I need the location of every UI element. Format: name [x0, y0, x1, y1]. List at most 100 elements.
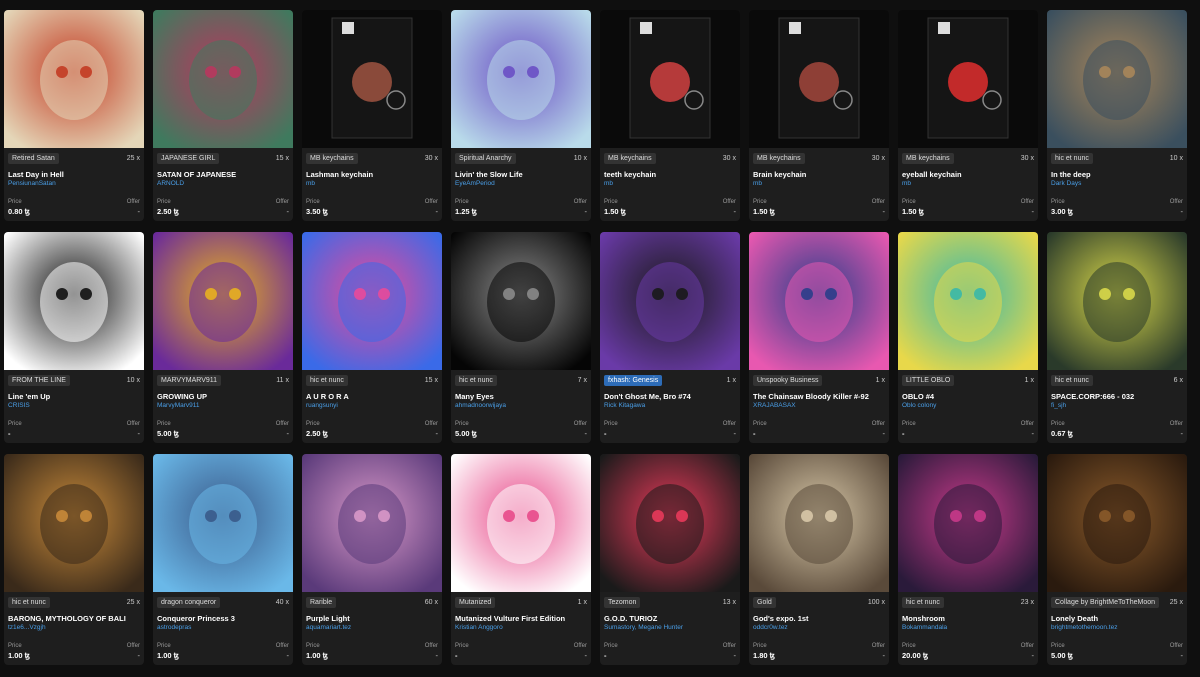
token-title[interactable]: The Chainsaw Bloody Killer #-92 [753, 392, 885, 401]
nft-card[interactable]: MARVYMARV911 11 x GROWING UP MarvyMarv91… [153, 232, 293, 443]
ghost-art[interactable] [600, 232, 740, 370]
artist-link[interactable]: Bokammandala [902, 624, 1034, 631]
artist-link[interactable]: ARNOLD [157, 180, 289, 187]
artist-link[interactable]: EyeAmPeriod [455, 180, 587, 187]
keychain-art[interactable] [898, 10, 1038, 148]
collection-badge[interactable]: fxhash: Genesis [604, 375, 663, 386]
colorful-abstract-art[interactable] [302, 232, 442, 370]
token-title[interactable]: Line 'em Up [8, 392, 140, 401]
collection-badge[interactable]: MB keychains [604, 153, 656, 164]
token-title[interactable]: Many Eyes [455, 392, 587, 401]
collection-badge[interactable]: hic et nunc [1051, 375, 1093, 386]
nft-card[interactable]: Unspooky Business 1 x The Chainsaw Blood… [749, 232, 889, 443]
collection-badge[interactable]: FROM THE LINE [8, 375, 70, 386]
nft-card[interactable]: hic et nunc 15 x A U R O R A ruangsunyi … [302, 232, 442, 443]
token-title[interactable]: Last Day in Hell [8, 170, 140, 179]
keychain-art[interactable] [749, 10, 889, 148]
collection-badge[interactable]: Rarible [306, 597, 337, 608]
collection-badge[interactable]: hic et nunc [1051, 153, 1093, 164]
collection-badge[interactable]: Unspooky Business [753, 375, 823, 386]
trading-card-art[interactable] [600, 454, 740, 592]
token-title[interactable]: eyeball keychain [902, 170, 1034, 179]
nft-card[interactable]: MB keychains 30 x Lashman keychain mb Pr… [302, 10, 442, 221]
nft-card[interactable]: Collage by BrightMeToTheMoon 25 x Lonely… [1047, 454, 1187, 665]
keychain-art[interactable] [302, 10, 442, 148]
artist-link[interactable]: ahmadnoorwijaya [455, 402, 587, 409]
collection-badge[interactable]: JAPANESE GIRL [157, 153, 220, 164]
nft-card[interactable]: MB keychains 30 x teeth keychain mb Pric… [600, 10, 740, 221]
artist-link[interactable]: astrodepras [157, 624, 289, 631]
artist-link[interactable]: CRISIS [8, 402, 140, 409]
collection-badge[interactable]: MB keychains [306, 153, 358, 164]
collection-badge[interactable]: Tezomon [604, 597, 641, 608]
token-title[interactable]: Lashman keychain [306, 170, 438, 179]
statue-art[interactable] [749, 454, 889, 592]
artist-link[interactable]: mb [306, 180, 438, 187]
artist-link[interactable]: Oblo colony [902, 402, 1034, 409]
oni-mask-art[interactable] [153, 10, 293, 148]
artist-link[interactable]: aquamariart.tez [306, 624, 438, 631]
collection-badge[interactable]: dragon conqueror [157, 597, 221, 608]
nft-card[interactable]: Spiritual Anarchy 10 x Livin' the Slow L… [451, 10, 591, 221]
nft-card[interactable]: Tezomon 13 x G.O.D. TURIOZ Sumastory, Me… [600, 454, 740, 665]
nft-card[interactable]: JAPANESE GIRL 15 x SATAN OF JAPANESE ARN… [153, 10, 293, 221]
collection-badge[interactable]: Collage by BrightMeToTheMoon [1051, 597, 1159, 608]
nft-card[interactable]: hic et nunc 23 x Monshroom Bokammandala … [898, 454, 1038, 665]
token-title[interactable]: SPACE.CORP:666 - 032 [1051, 392, 1183, 401]
collection-badge[interactable]: MB keychains [902, 153, 954, 164]
artist-link[interactable]: XRAJABASAX [753, 402, 885, 409]
artist-link[interactable]: mb [902, 180, 1034, 187]
token-title[interactable]: In the deep [1051, 170, 1183, 179]
token-title[interactable]: Purple Light [306, 614, 438, 623]
mushroom-art[interactable] [898, 454, 1038, 592]
token-title[interactable]: God's expo. 1st [753, 614, 885, 623]
barong-mask-art[interactable] [4, 454, 144, 592]
collection-badge[interactable]: Spiritual Anarchy [455, 153, 516, 164]
collection-badge[interactable]: MARVYMARV911 [157, 375, 222, 386]
collection-badge[interactable]: MB keychains [753, 153, 805, 164]
artist-link[interactable]: PensiunanSatan [8, 180, 140, 187]
token-title[interactable]: GROWING UP [157, 392, 289, 401]
token-title[interactable]: Conqueror Princess 3 [157, 614, 289, 623]
token-title[interactable]: Mutanized Vulture First Edition [455, 614, 587, 623]
nft-card[interactable]: Retired Satan 25 x Last Day in Hell Pens… [4, 10, 144, 221]
anime-girl-art[interactable] [153, 454, 293, 592]
collection-badge[interactable]: Gold [753, 597, 776, 608]
token-title[interactable]: BARONG, MYTHOLOGY OF BALI [8, 614, 140, 623]
monster-art[interactable] [898, 232, 1038, 370]
token-title[interactable]: OBLO #4 [902, 392, 1034, 401]
nft-card[interactable]: hic et nunc 7 x Many Eyes ahmadnoorwijay… [451, 232, 591, 443]
poster-art[interactable] [1047, 232, 1187, 370]
keychain-art[interactable] [600, 10, 740, 148]
nft-card[interactable]: MB keychains 30 x eyeball keychain mb Pr… [898, 10, 1038, 221]
psychedelic-art[interactable] [153, 232, 293, 370]
token-title[interactable]: Brain keychain [753, 170, 885, 179]
nft-card[interactable]: Gold 100 x God's expo. 1st oddcr0w.tez P… [749, 454, 889, 665]
artist-link[interactable]: oddcr0w.tez [753, 624, 885, 631]
artist-link[interactable]: fi_sjh [1051, 402, 1183, 409]
artist-link[interactable]: Rick Kitagawa [604, 402, 736, 409]
killer-art[interactable] [749, 232, 889, 370]
cartoon-character-art[interactable] [451, 10, 591, 148]
collection-badge[interactable]: hic et nunc [306, 375, 348, 386]
artist-link[interactable]: ruangsunyi [306, 402, 438, 409]
nft-card[interactable]: Mutanized 1 x Mutanized Vulture First Ed… [451, 454, 591, 665]
collection-badge[interactable]: Mutanized [455, 597, 496, 608]
collection-badge[interactable]: LITTLE OBLO [902, 375, 955, 386]
devil-skull-art[interactable] [4, 10, 144, 148]
nft-card[interactable]: dragon conqueror 40 x Conqueror Princess… [153, 454, 293, 665]
artist-link[interactable]: MarvyMarv911 [157, 402, 289, 409]
nft-card[interactable]: LITTLE OBLO 1 x OBLO #4 Oblo colony Pric… [898, 232, 1038, 443]
collection-badge[interactable]: Retired Satan [8, 153, 59, 164]
nft-card[interactable]: hic et nunc 10 x In the deep Dark Days P… [1047, 10, 1187, 221]
nft-card[interactable]: hic et nunc 25 x BARONG, MYTHOLOGY OF BA… [4, 454, 144, 665]
collection-badge[interactable]: hic et nunc [8, 597, 50, 608]
nft-card[interactable]: FROM THE LINE 10 x Line 'em Up CRISIS Pr… [4, 232, 144, 443]
vulture-art[interactable] [451, 454, 591, 592]
collection-badge[interactable]: hic et nunc [455, 375, 497, 386]
artist-link[interactable]: Sumastory, Megane Hunter [604, 624, 736, 631]
token-title[interactable]: A U R O R A [306, 392, 438, 401]
artist-link[interactable]: Dark Days [1051, 180, 1183, 187]
artist-link[interactable]: Kristian Anggoro [455, 624, 587, 631]
nft-card[interactable]: hic et nunc 6 x SPACE.CORP:666 - 032 fi_… [1047, 232, 1187, 443]
